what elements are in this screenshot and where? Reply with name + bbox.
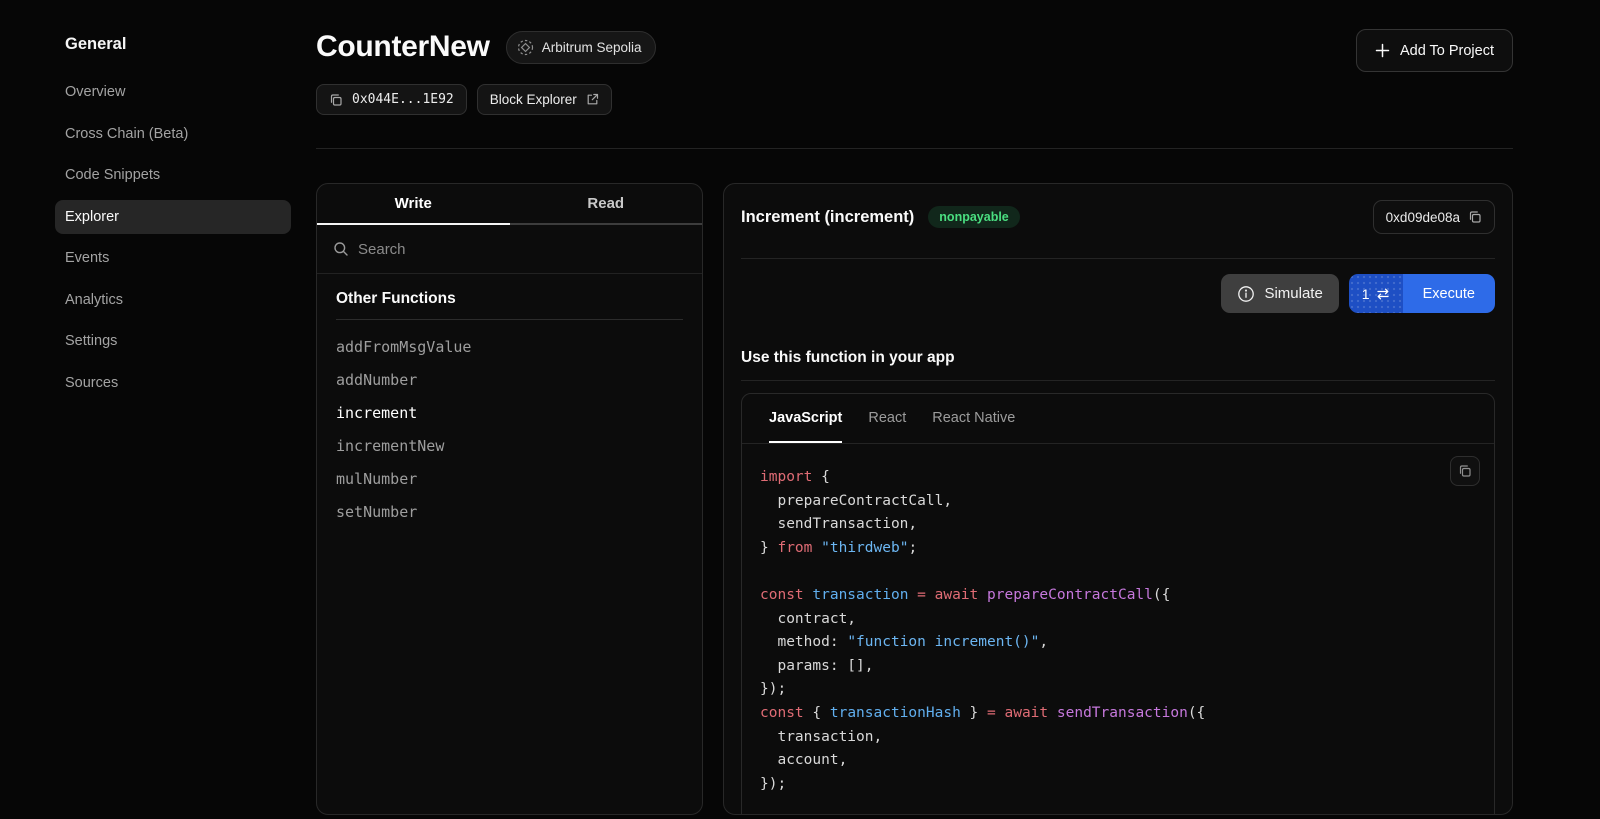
functions-panel: WriteRead Other Functions addFromMsgValu… — [316, 183, 703, 815]
code-language-tabs: JavaScript React React Native — [742, 394, 1494, 444]
copy-icon — [329, 93, 343, 107]
sidebar-item-settings[interactable]: Settings — [55, 324, 291, 358]
code-tab-react[interactable]: React — [868, 394, 906, 443]
code-line: }); — [760, 678, 1476, 702]
sidebar-item-overview[interactable]: Overview — [55, 75, 291, 109]
swap-arrows-icon — [1376, 288, 1390, 300]
function-item-mulnumber[interactable]: mulNumber — [336, 463, 683, 496]
add-to-project-button[interactable]: Add To Project — [1356, 29, 1513, 72]
function-item-addfrommsgvalue[interactable]: addFromMsgValue — [336, 331, 683, 364]
code-line: account, — [760, 749, 1476, 773]
add-to-project-label: Add To Project — [1400, 43, 1494, 59]
sidebar-nav: Overview Cross Chain (Beta) Code Snippets E… — [55, 75, 291, 400]
other-functions-section: Other Functions addFromMsgValueaddNumber… — [317, 274, 702, 529]
mutability-badge: nonpayable — [928, 206, 1019, 228]
plus-icon — [1375, 43, 1390, 58]
function-search-row — [317, 225, 702, 274]
execute-split-button: 1 Execute — [1349, 274, 1495, 313]
copy-icon — [1458, 464, 1472, 478]
copy-icon — [1468, 210, 1482, 224]
sidebar-item-sources[interactable]: Sources — [55, 366, 291, 400]
code-line: const { transactionHash } = await sendTr… — [760, 702, 1476, 726]
function-item-addnumber[interactable]: addNumber — [336, 364, 683, 397]
page-title: CounterNew — [316, 28, 490, 66]
sidebar: General Overview Cross Chain (Beta) Code S… — [55, 36, 291, 407]
block-explorer-label: Block Explorer — [490, 92, 577, 107]
code-tab-javascript[interactable]: JavaScript — [769, 394, 842, 443]
tab-write[interactable]: Write — [317, 184, 510, 225]
function-title: Increment (increment) — [741, 208, 914, 227]
function-selector: 0xd09de08a — [1386, 210, 1460, 225]
contract-address-button[interactable]: 0x044E...1E92 — [316, 84, 467, 115]
execute-label: Execute — [1423, 286, 1475, 302]
sidebar-item-cross-chain-beta[interactable]: Cross Chain (Beta) — [55, 117, 291, 151]
code-line: params: [], — [760, 655, 1476, 679]
code-line: contract, — [760, 608, 1476, 632]
code-line — [760, 560, 1476, 584]
search-icon — [333, 241, 349, 257]
function-detail-panel: Increment (increment) nonpayable 0xd09de… — [723, 183, 1513, 815]
other-functions-title: Other Functions — [336, 290, 683, 308]
write-read-tabs: WriteRead — [317, 184, 702, 225]
execute-button[interactable]: Execute — [1403, 274, 1495, 313]
function-item-setnumber[interactable]: setNumber — [336, 496, 683, 529]
network-icon — [517, 39, 534, 56]
code-line: import { — [760, 466, 1476, 490]
sidebar-item-code-snippets[interactable]: Code Snippets — [55, 158, 291, 192]
code-line: }); — [760, 773, 1476, 797]
function-detail-header: Increment (increment) nonpayable 0xd09de… — [741, 200, 1495, 234]
code-line: sendTransaction, — [760, 513, 1476, 537]
header-divider — [316, 148, 1513, 149]
contract-address: 0x044E...1E92 — [352, 92, 454, 107]
simulate-button[interactable]: Simulate — [1221, 274, 1338, 313]
code-line: transaction, — [760, 726, 1476, 750]
sidebar-item-explorer[interactable]: Explorer — [55, 200, 291, 234]
sidebar-item-events[interactable]: Events — [55, 241, 291, 275]
action-row: Simulate 1 Execute — [741, 274, 1495, 313]
sidebar-item-analytics[interactable]: Analytics — [55, 283, 291, 317]
usage-divider — [741, 380, 1495, 381]
detail-divider — [741, 258, 1495, 259]
block-explorer-button[interactable]: Block Explorer — [477, 84, 612, 115]
code-line: const transaction = await prepareContrac… — [760, 584, 1476, 608]
code-line: method: "function increment()", — [760, 631, 1476, 655]
copy-code-button[interactable] — [1450, 456, 1480, 486]
code-container: JavaScript React React Native import { pre… — [741, 393, 1495, 815]
contract-header: CounterNew Arbitrum Sepolia — [316, 28, 656, 66]
simulate-label: Simulate — [1264, 285, 1322, 302]
info-icon — [1237, 285, 1255, 303]
search-input[interactable] — [358, 241, 686, 258]
external-link-icon — [586, 93, 599, 106]
function-selector-button[interactable]: 0xd09de08a — [1373, 200, 1495, 234]
usage-title: Use this function in your app — [741, 349, 1495, 367]
code-block: import { prepareContractCall, sendTransa… — [742, 444, 1494, 815]
network-badge[interactable]: Arbitrum Sepolia — [506, 31, 657, 64]
network-badge-label: Arbitrum Sepolia — [542, 40, 642, 55]
function-item-incrementnew[interactable]: incrementNew — [336, 430, 683, 463]
code-line: prepareContractCall, — [760, 490, 1476, 514]
code-line: } from "thirdweb"; — [760, 537, 1476, 561]
tab-read[interactable]: Read — [510, 184, 703, 225]
code-tab-react-native[interactable]: React Native — [932, 394, 1015, 443]
sidebar-section-title: General — [65, 36, 291, 53]
execute-count-button[interactable]: 1 — [1349, 274, 1403, 313]
contract-meta-row: 0x044E...1E92 Block Explorer — [316, 84, 612, 115]
function-list: addFromMsgValueaddNumberincrementincreme… — [336, 331, 683, 529]
function-item-increment[interactable]: increment — [336, 397, 683, 430]
section-divider — [336, 319, 683, 320]
execute-count: 1 — [1362, 286, 1370, 302]
